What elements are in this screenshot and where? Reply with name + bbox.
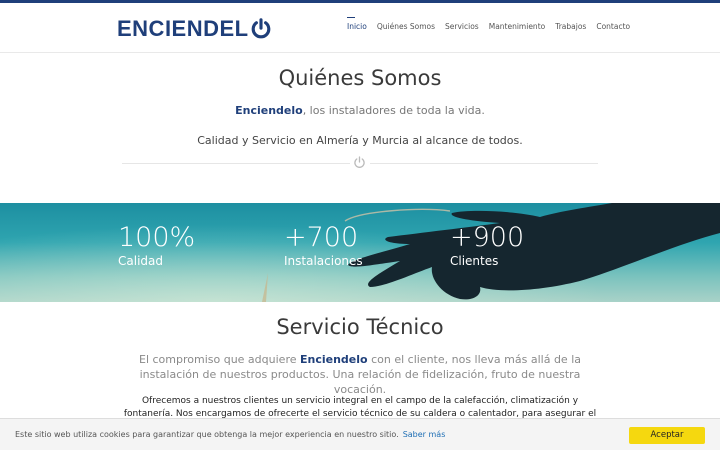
tagline-text: , los instaladores de toda la vida. [302,104,485,117]
brand-name: Enciendelo [299,353,368,366]
cookie-more-link[interactable]: Saber más [403,430,446,439]
stat-quality: 100% Calidad [118,223,195,269]
stat-value: 100% [118,222,196,253]
about-title: Quiénes Somos [278,66,442,90]
nav-item-quienes-somos[interactable]: Quiénes Somos [377,22,435,32]
nav-item-servicios[interactable]: Servicios [445,22,479,32]
divider-right [370,163,598,164]
stat-label: Calidad [118,254,163,268]
stat-label: Instalaciones [284,254,363,268]
about-subtitle: Calidad y Servicio en Almería y Murcia a… [197,134,523,147]
stat-installations: +700 Instalaciones [284,223,363,269]
divider-left [122,163,350,164]
nav-item-mantenimiento[interactable]: Mantenimiento [489,22,546,32]
stat-value: +900 [450,222,525,253]
about-tagline: Enciendelo, los instaladores de toda la … [0,104,720,117]
main-nav: Inicio Quiénes Somos Servicios Mantenimi… [347,17,640,32]
nav-item-inicio[interactable]: Inicio [347,17,367,32]
nav-item-contacto[interactable]: Contacto [596,22,630,32]
lead-text: El compromiso que adquiere [139,353,300,366]
stat-label: Clientes [450,254,499,268]
accept-cookies-button[interactable]: Aceptar [629,427,705,444]
service-lead: El compromiso que adquiere Enciendelo co… [125,352,595,397]
stat-value: +700 [284,222,359,253]
nav-item-trabajos[interactable]: Trabajos [555,22,586,32]
service-title: Servicio Técnico [276,315,444,339]
cookie-text: Este sitio web utiliza cookies para gara… [15,430,399,439]
stats-banner: 100% Calidad +700 Instalaciones +900 Cli… [0,203,720,302]
logo-text: ENCIENDEL [117,16,249,41]
site-header: ENCIENDEL Inicio Quiénes Somos Servicios… [0,3,720,53]
logo[interactable]: ENCIENDEL [117,16,272,42]
stat-clients: +900 Clientes [450,223,524,269]
power-icon [251,18,270,39]
power-icon [354,156,365,168]
cookie-banner: Este sitio web utiliza cookies para gara… [0,418,720,450]
about-section: Quiénes Somos Enciendelo, los instalador… [0,54,720,203]
brand-name: Enciendelo [235,104,303,117]
cookie-message: Este sitio web utiliza cookies para gara… [15,430,445,439]
